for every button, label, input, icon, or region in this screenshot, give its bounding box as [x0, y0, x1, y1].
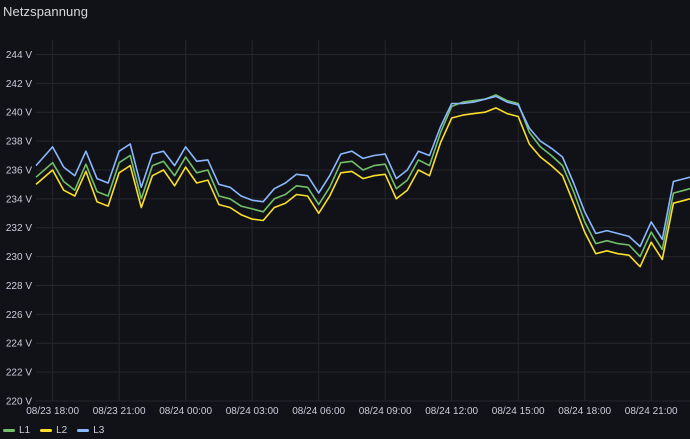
y-tick-label: 242 V [6, 79, 32, 90]
x-tick-label: 08/24 21:00 [625, 406, 678, 417]
x-tick-label: 08/24 12:00 [425, 406, 478, 417]
legend-item-l1[interactable]: L1 [3, 425, 30, 436]
y-tick-label: 236 V [6, 165, 32, 176]
legend-swatch [40, 428, 53, 432]
x-tick-label: 08/23 18:00 [26, 406, 79, 417]
y-tick-label: 230 V [6, 252, 32, 263]
y-tick-label: 228 V [6, 281, 32, 292]
legend-label: L3 [93, 424, 105, 436]
legend-label: L1 [19, 424, 31, 436]
series-line-l2 [35, 107, 690, 268]
legend-item-l2[interactable]: L2 [40, 425, 67, 436]
line-chart: 220 V222 V224 V226 V228 V230 V232 V234 V… [6, 40, 690, 417]
y-tick-label: 234 V [6, 194, 32, 205]
y-tick-label: 232 V [6, 223, 32, 234]
legend-swatch [3, 428, 15, 432]
x-tick-label: 08/24 15:00 [492, 406, 545, 417]
y-tick-label: 240 V [6, 108, 32, 119]
x-tick-label: 08/24 00:00 [159, 406, 212, 417]
x-tick-label: 08/24 03:00 [226, 406, 279, 417]
series-line-l1 [35, 94, 690, 258]
y-tick-label: 244 V [6, 50, 32, 61]
y-tick-label: 224 V [6, 339, 32, 350]
legend: L1 L2 L3 [3, 423, 104, 437]
x-tick-label: 08/24 06:00 [292, 406, 345, 417]
y-tick-label: 238 V [6, 137, 32, 148]
legend-swatch [77, 428, 90, 432]
chart-panel: Netzspannung 220 V 222 V 224 V 226 V 228 V 23… [0, 0, 690, 439]
legend-item-l3[interactable]: L3 [77, 425, 104, 436]
legend-label: L2 [56, 424, 68, 436]
x-tick-label: 08/24 18:00 [558, 406, 611, 417]
x-tick-label: 08/23 21:00 [93, 406, 146, 417]
x-tick-label: 08/24 09:00 [359, 406, 412, 417]
y-tick-label: 222 V [6, 368, 32, 379]
y-tick-label: 226 V [6, 310, 32, 321]
